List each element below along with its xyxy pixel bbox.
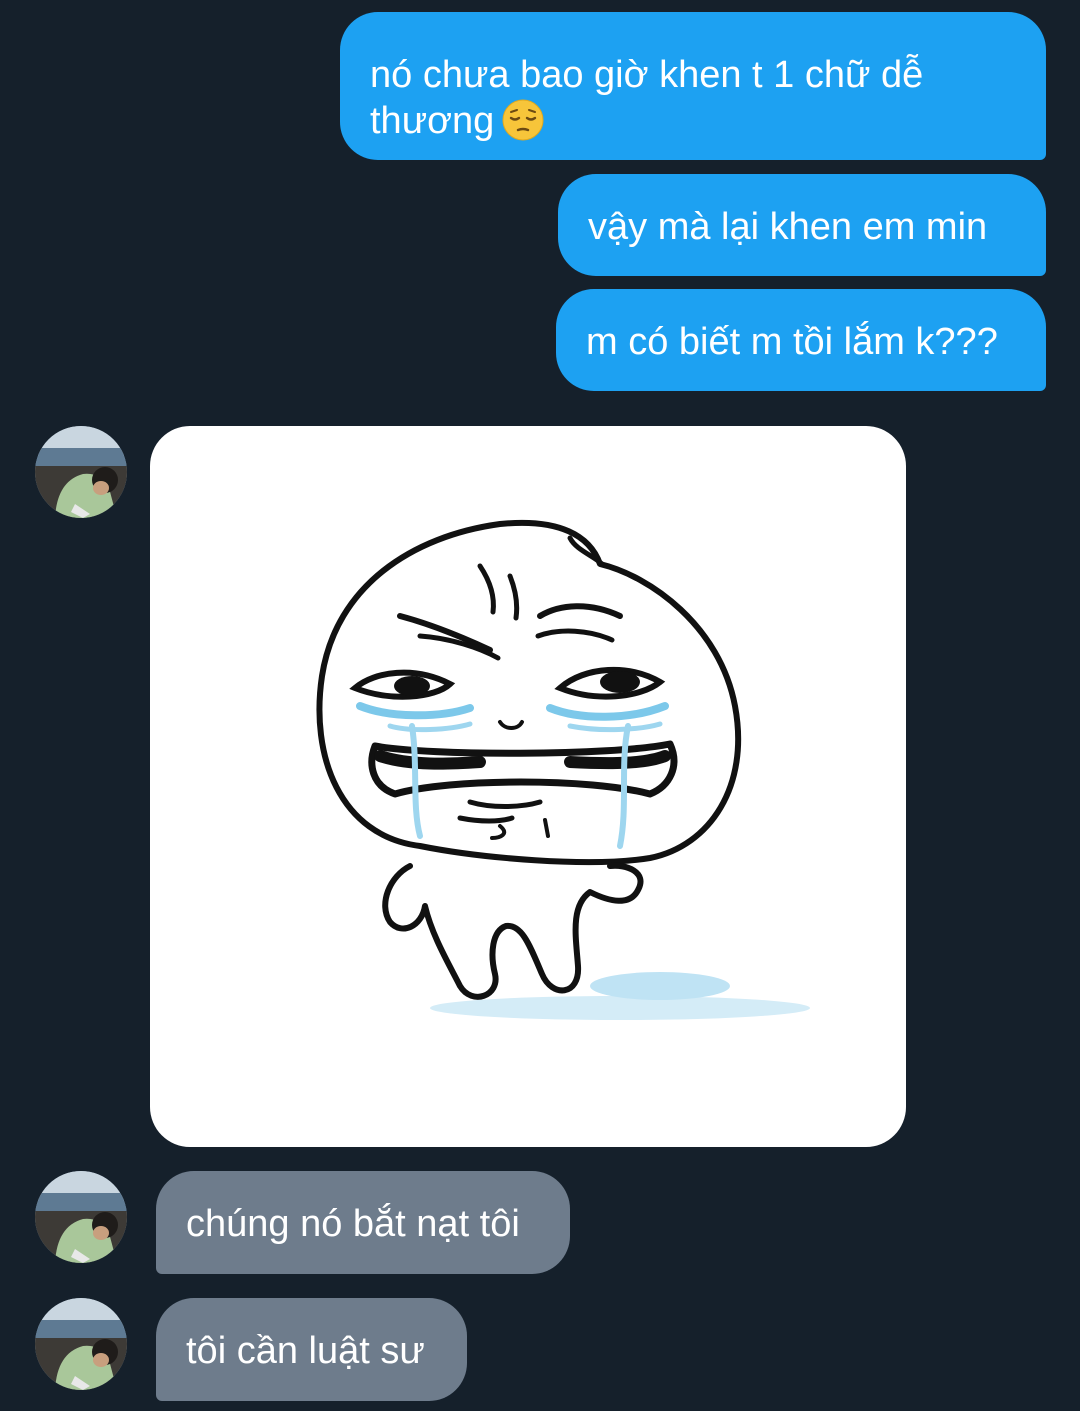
message-text: m có biết m tồi lắm k??? xyxy=(586,321,998,363)
message-text: vậy mà lại khen em min xyxy=(588,206,988,248)
received-message[interactable]: chúng nó bắt nạt tôi xyxy=(156,1171,570,1274)
crying-face-sticker xyxy=(316,519,810,1020)
received-message[interactable]: tôi cần luật sư xyxy=(156,1298,467,1401)
sent-message[interactable]: vậy mà lại khen em min xyxy=(558,174,1046,276)
message-text: tôi cần luật sư xyxy=(186,1330,425,1372)
sticker-message[interactable] xyxy=(150,426,906,1147)
sent-message[interactable]: m có biết m tồi lắm k??? xyxy=(556,289,1046,391)
message-text: nó chưa bao giờ khen t 1 chữ dễ thương xyxy=(370,54,924,142)
sent-message[interactable]: nó chưa bao giờ khen t 1 chữ dễ thương xyxy=(340,12,1046,160)
message-text: chúng nó bắt nạt tôi xyxy=(186,1203,520,1245)
pensive-face-emoji xyxy=(502,99,544,141)
contact-avatar[interactable] xyxy=(35,426,127,518)
contact-avatar[interactable] xyxy=(35,1298,127,1390)
chat-screen: { "conversation": { "messages": [ { "sen… xyxy=(0,0,1080,1411)
contact-avatar[interactable] xyxy=(35,1171,127,1263)
